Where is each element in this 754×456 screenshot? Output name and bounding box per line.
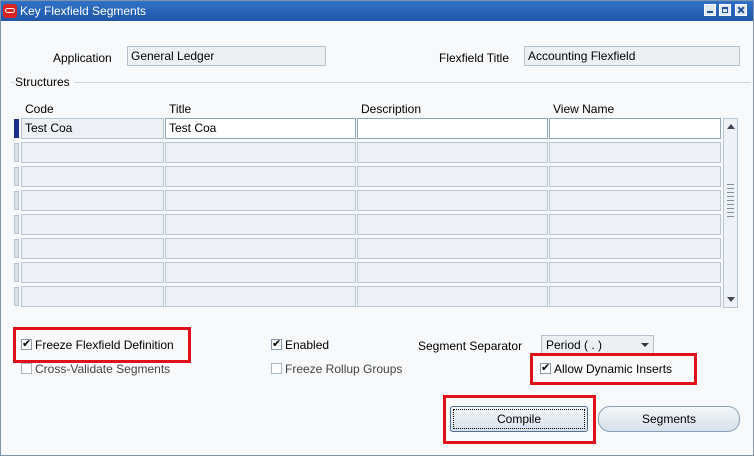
segment-separator-label: Segment Separator [418,339,523,353]
row-indicator[interactable] [14,287,19,306]
title-cell[interactable]: Test Coa [165,118,356,139]
freeze-rollup-groups-checkbox[interactable] [271,363,282,374]
description-cell[interactable] [357,190,548,211]
structures-divider [11,82,751,83]
minimize-icon[interactable] [704,4,716,16]
maximize-icon[interactable] [719,4,731,16]
code-cell[interactable] [21,262,164,283]
cross-validate-segments-checkbox[interactable] [21,363,32,374]
segment-separator-value: Period ( . ) [546,338,603,352]
title-cell[interactable] [165,214,356,235]
code-cell[interactable] [21,286,164,307]
freeze-rollup-groups-label: Freeze Rollup Groups [285,362,403,376]
scroll-down-icon[interactable] [724,293,737,307]
oracle-app-icon [3,4,17,18]
application-field[interactable]: General Ledger [127,46,326,66]
application-label: Application [53,51,112,65]
view-name-cell[interactable] [549,214,721,235]
title-cell[interactable] [165,166,356,187]
description-cell[interactable] [357,286,548,307]
code-cell[interactable] [21,166,164,187]
row-indicator[interactable] [14,215,19,234]
code-cell[interactable] [21,238,164,259]
scroll-up-icon[interactable] [724,119,737,133]
code-cell[interactable]: Test Coa [21,118,164,139]
description-cell[interactable] [357,262,548,283]
key-flexfield-segments-window: Key Flexfield Segments Application Gener… [0,0,754,456]
enabled-checkbox[interactable] [271,337,282,350]
compile-button[interactable]: Compile [450,406,588,432]
cross-validate-segments-label: Cross-Validate Segments [35,362,171,376]
description-cell[interactable] [357,166,548,187]
column-header-code: Code [25,102,54,116]
view-name-cell[interactable] [549,238,721,259]
row-indicator[interactable] [14,191,19,210]
title-cell[interactable] [165,262,356,283]
enabled-label: Enabled [285,338,330,352]
segments-button[interactable]: Segments [598,406,740,432]
view-name-cell[interactable] [549,142,721,163]
view-name-cell[interactable] [549,262,721,283]
description-cell[interactable] [357,214,548,235]
segment-separator-select[interactable]: Period ( . ) [541,335,654,355]
view-name-cell[interactable] [549,166,721,187]
column-header-description: Description [361,102,422,116]
view-name-cell[interactable] [549,118,721,139]
scroll-thumb-grip[interactable] [727,184,734,218]
row-indicator[interactable] [14,239,19,258]
flexfield-title-field[interactable]: Accounting Flexfield [524,46,740,66]
window-title: Key Flexfield Segments [20,4,147,18]
flexfield-title-label: Flexfield Title [439,51,510,65]
chevron-down-icon [641,343,649,347]
row-indicator[interactable] [14,263,19,282]
allow-dynamic-inserts-label: Allow Dynamic Inserts [554,362,673,376]
row-indicator[interactable] [14,119,19,138]
column-header-view-name: View Name [553,102,615,116]
structures-section-label: Structures [15,75,74,89]
vertical-scrollbar[interactable] [723,118,738,308]
freeze-flexfield-definition-checkbox[interactable] [21,337,32,350]
description-cell[interactable] [357,118,548,139]
view-name-cell[interactable] [549,190,721,211]
view-name-cell[interactable] [549,286,721,307]
close-icon[interactable] [735,4,747,16]
description-cell[interactable] [357,142,548,163]
title-bar[interactable]: Key Flexfield Segments [1,1,753,21]
title-cell[interactable] [165,142,356,163]
freeze-flexfield-definition-label: Freeze Flexfield Definition [35,338,174,352]
row-indicator[interactable] [14,143,19,162]
code-cell[interactable] [21,142,164,163]
code-cell[interactable] [21,214,164,235]
code-cell[interactable] [21,190,164,211]
title-cell[interactable] [165,286,356,307]
column-header-title: Title [169,102,192,116]
title-cell[interactable] [165,190,356,211]
description-cell[interactable] [357,238,548,259]
title-cell[interactable] [165,238,356,259]
row-indicator[interactable] [14,167,19,186]
allow-dynamic-inserts-checkbox[interactable] [540,361,551,374]
